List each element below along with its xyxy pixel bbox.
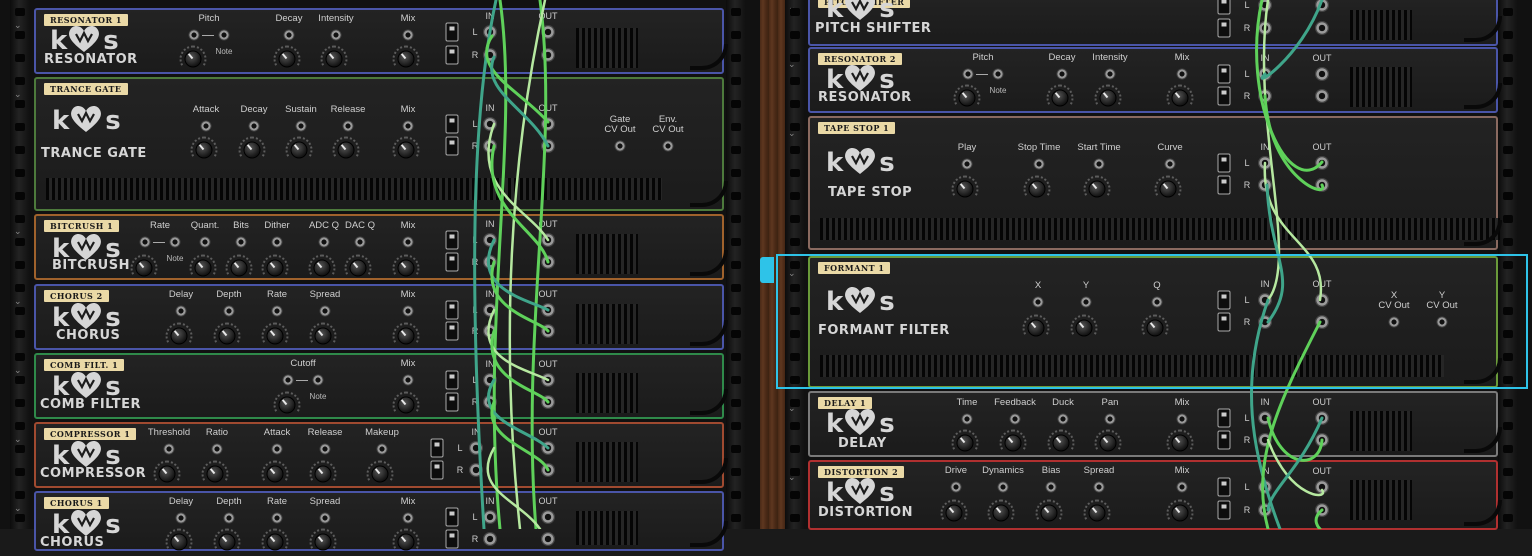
cable xyxy=(1260,0,1324,80)
param-knob[interactable] xyxy=(314,533,332,551)
audio-input-jack[interactable] xyxy=(483,532,497,546)
param-knob[interactable] xyxy=(266,533,284,551)
channel-switch[interactable] xyxy=(445,529,459,549)
cable xyxy=(1266,416,1324,462)
cable xyxy=(490,400,550,472)
cable xyxy=(1266,416,1324,512)
cable xyxy=(490,329,550,404)
selected-device-highlight xyxy=(776,254,1528,389)
selected-device-tab[interactable] xyxy=(760,257,774,283)
param-knob[interactable] xyxy=(218,533,236,551)
cable xyxy=(1314,508,1324,529)
cable xyxy=(490,55,550,148)
cable xyxy=(486,378,550,450)
audio-output-jack[interactable] xyxy=(541,532,555,546)
cable xyxy=(490,260,550,333)
device-name: CHORUS xyxy=(40,535,105,550)
right-channel-label: R xyxy=(471,534,479,544)
param-knob[interactable] xyxy=(170,533,188,551)
cable xyxy=(530,0,548,529)
param-knob[interactable] xyxy=(397,533,415,551)
